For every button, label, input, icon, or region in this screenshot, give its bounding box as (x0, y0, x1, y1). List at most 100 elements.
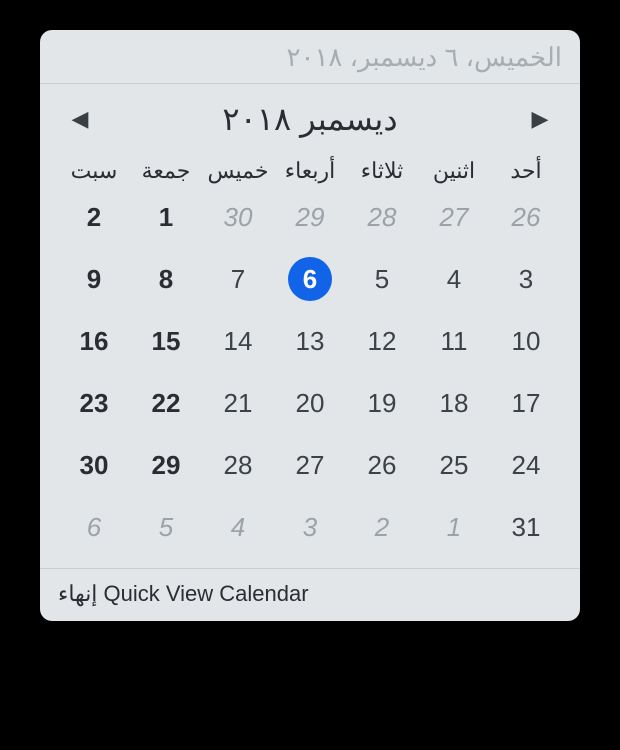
day-cell[interactable]: 5 (130, 500, 202, 554)
day-cell[interactable]: 1 (130, 190, 202, 244)
month-navigation: ◀ ديسمبر ٢٠١٨ ▶ (40, 84, 580, 146)
day-number: 15 (152, 326, 181, 357)
day-cell[interactable]: 7 (202, 252, 274, 306)
day-number: 28 (368, 202, 397, 233)
day-number: 27 (440, 202, 469, 233)
day-number: 4 (231, 512, 245, 543)
day-cell[interactable]: 21 (202, 376, 274, 430)
day-cell[interactable]: 5 (346, 252, 418, 306)
day-number: 5 (375, 264, 389, 295)
day-cell[interactable]: 31 (490, 500, 562, 554)
day-number: 6 (303, 264, 317, 295)
day-number: 26 (512, 202, 541, 233)
day-cell[interactable]: 23 (58, 376, 130, 430)
day-cell[interactable]: 29 (130, 438, 202, 492)
day-number: 10 (512, 326, 541, 357)
day-number: 19 (368, 388, 397, 419)
day-number: 1 (447, 512, 461, 543)
day-number: 8 (159, 264, 173, 295)
day-cell[interactable]: 10 (490, 314, 562, 368)
day-cell[interactable]: 9 (58, 252, 130, 306)
day-number: 16 (80, 326, 109, 357)
day-cell[interactable]: 12 (346, 314, 418, 368)
quit-menu-item[interactable]: إنهاء Quick View Calendar (40, 568, 580, 621)
next-month-button[interactable]: ▶ (528, 106, 552, 132)
day-cell[interactable]: 2 (58, 190, 130, 244)
current-date-header: الخميس، ٦ ديسمبر، ٢٠١٨ (40, 30, 580, 83)
weekday-header: ثلاثاء (346, 158, 418, 184)
day-number: 22 (152, 388, 181, 419)
day-cell[interactable]: 11 (418, 314, 490, 368)
day-number: 6 (87, 512, 101, 543)
day-number: 1 (159, 202, 173, 233)
day-number: 3 (303, 512, 317, 543)
day-number: 2 (87, 202, 101, 233)
day-number: 21 (224, 388, 253, 419)
day-cell[interactable]: 26 (346, 438, 418, 492)
day-cell[interactable]: 17 (490, 376, 562, 430)
day-cell[interactable]: 1 (418, 500, 490, 554)
day-number: 9 (87, 264, 101, 295)
day-number: 24 (512, 450, 541, 481)
day-number: 29 (152, 450, 181, 481)
day-number: 25 (440, 450, 469, 481)
day-number: 7 (231, 264, 245, 295)
day-cell[interactable]: 28 (346, 190, 418, 244)
day-number: 23 (80, 388, 109, 419)
day-cell[interactable]: 29 (274, 190, 346, 244)
day-number: 28 (224, 450, 253, 481)
day-cell[interactable]: 18 (418, 376, 490, 430)
prev-month-button[interactable]: ◀ (68, 106, 92, 132)
weekday-header: أحد (490, 158, 562, 184)
day-number: 17 (512, 388, 541, 419)
weekday-header: اثنين (418, 158, 490, 184)
calendar-grid: 2627282930123456789101112131415161718192… (40, 190, 580, 568)
day-number: 5 (159, 512, 173, 543)
month-year-label: ديسمبر ٢٠١٨ (222, 100, 397, 138)
day-cell[interactable]: 8 (130, 252, 202, 306)
day-number: 20 (296, 388, 325, 419)
day-number: 30 (224, 202, 253, 233)
day-number: 30 (80, 450, 109, 481)
day-number: 12 (368, 326, 397, 357)
day-number: 27 (296, 450, 325, 481)
day-cell[interactable]: 30 (202, 190, 274, 244)
weekday-header: سبت (58, 158, 130, 184)
day-cell[interactable]: 20 (274, 376, 346, 430)
day-number: 14 (224, 326, 253, 357)
weekday-header: جمعة (130, 158, 202, 184)
day-cell[interactable]: 26 (490, 190, 562, 244)
weekday-header: أربعاء (274, 158, 346, 184)
day-number: 13 (296, 326, 325, 357)
day-cell[interactable]: 6 (58, 500, 130, 554)
calendar-widget: الخميس، ٦ ديسمبر، ٢٠١٨ ◀ ديسمبر ٢٠١٨ ▶ أ… (40, 30, 580, 621)
day-cell[interactable]: 27 (418, 190, 490, 244)
day-cell-today[interactable]: 6 (274, 252, 346, 306)
day-number: 29 (296, 202, 325, 233)
day-number: 18 (440, 388, 469, 419)
day-cell[interactable]: 14 (202, 314, 274, 368)
day-cell[interactable]: 27 (274, 438, 346, 492)
weekday-headers: أحداثنينثلاثاءأربعاءخميسجمعةسبت (40, 146, 580, 190)
day-cell[interactable]: 3 (274, 500, 346, 554)
day-cell[interactable]: 13 (274, 314, 346, 368)
day-cell[interactable]: 15 (130, 314, 202, 368)
day-number: 3 (519, 264, 533, 295)
day-cell[interactable]: 30 (58, 438, 130, 492)
day-cell[interactable]: 4 (418, 252, 490, 306)
day-number: 31 (512, 512, 541, 543)
weekday-header: خميس (202, 158, 274, 184)
day-cell[interactable]: 2 (346, 500, 418, 554)
day-number: 26 (368, 450, 397, 481)
day-number: 2 (375, 512, 389, 543)
day-cell[interactable]: 16 (58, 314, 130, 368)
day-cell[interactable]: 4 (202, 500, 274, 554)
day-number: 4 (447, 264, 461, 295)
day-cell[interactable]: 25 (418, 438, 490, 492)
day-cell[interactable]: 22 (130, 376, 202, 430)
day-cell[interactable]: 24 (490, 438, 562, 492)
day-number: 11 (441, 326, 468, 357)
day-cell[interactable]: 28 (202, 438, 274, 492)
day-cell[interactable]: 19 (346, 376, 418, 430)
day-cell[interactable]: 3 (490, 252, 562, 306)
